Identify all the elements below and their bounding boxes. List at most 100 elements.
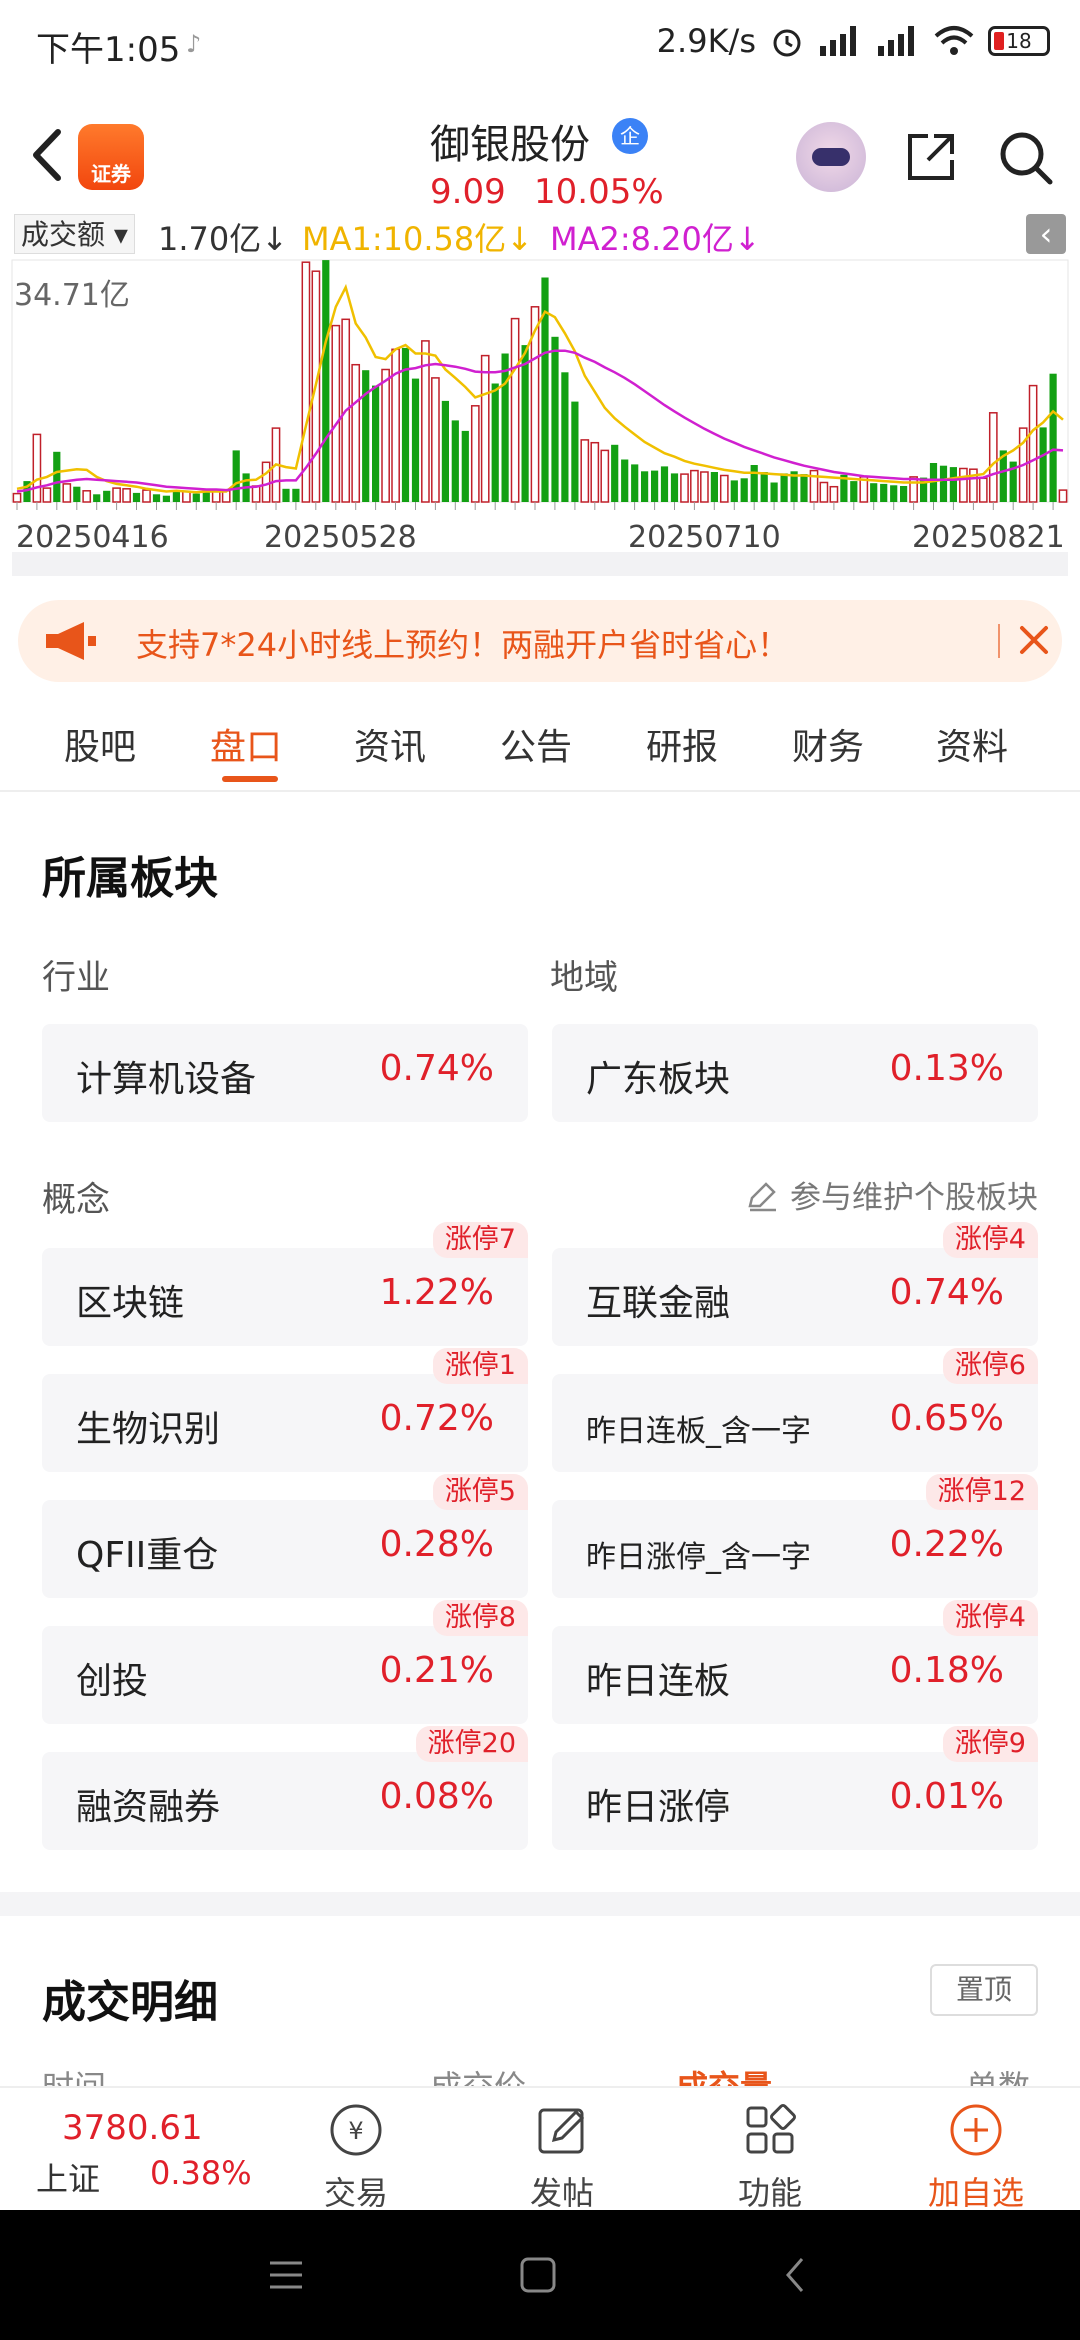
volume-bar [1028, 384, 1038, 503]
industry-card[interactable]: 计算机设备 0.74% [42, 1024, 528, 1122]
volume-bar [909, 476, 918, 503]
concept-pct: 0.08% [379, 1776, 494, 1817]
volume-bar [710, 472, 718, 502]
tab-news[interactable]: 资讯 [354, 718, 426, 770]
volume-bar [819, 481, 829, 503]
concept-name: 互联金融 [586, 1283, 731, 1324]
signal-icon-2 [878, 26, 914, 56]
concept-pct: 0.74% [889, 1272, 1004, 1313]
collapse-icon[interactable]: ‹ [1026, 214, 1066, 254]
volume-bar [600, 449, 610, 503]
limit-up-tag: 涨停4 [942, 1222, 1038, 1258]
chart-scroll-track [12, 552, 1068, 576]
volume-bar [261, 461, 271, 503]
volume-bar [381, 368, 390, 503]
tab-announcements[interactable]: 公告 [500, 718, 572, 770]
indicator-select[interactable]: 成交额 ▾ [14, 214, 135, 254]
concept-card[interactable]: 涨停7 区块链 1.22% [42, 1222, 528, 1346]
maintain-sectors-link[interactable]: 参与维护个股板块 [746, 1172, 1038, 1217]
volume-bar [690, 469, 699, 503]
volume-bar [441, 400, 449, 502]
concept-card[interactable]: 涨停20 融资融券 0.08% [42, 1726, 528, 1850]
concept-card[interactable]: 涨停8 创投 0.21% [42, 1600, 528, 1724]
volume-bar [510, 317, 520, 503]
concept-name: QFII重仓 [76, 1535, 219, 1576]
volume-bar [152, 494, 161, 502]
status-bar: 下午1:05 ♪ 2.9K/s 18 [0, 0, 1080, 100]
volume-chart[interactable]: 34.71亿 20250416 20250528 20250710 202508… [0, 256, 1080, 580]
stock-change-pct: 10.05% [534, 172, 664, 212]
tab-research[interactable]: 研报 [646, 718, 718, 770]
volume-bar [959, 467, 968, 503]
volume-bar [988, 412, 998, 503]
menu-icon[interactable] [266, 2258, 306, 2292]
grid-icon [746, 2104, 796, 2154]
tab-finance[interactable]: 财务 [792, 718, 864, 770]
col-count: 单数 [966, 2062, 1030, 2086]
limit-up-tag: 涨停7 [432, 1222, 528, 1258]
volume-bar [42, 487, 52, 503]
volume-bar [850, 481, 858, 502]
tab-profile[interactable]: 资料 [936, 718, 1008, 770]
section-title: 成交明细 [42, 1977, 218, 2028]
index-pct: 0.38% [150, 2154, 252, 2192]
volume-bar [611, 444, 619, 502]
volume-bar [571, 401, 579, 502]
add-watchlist-button[interactable]: 加自选 [906, 2094, 1046, 2212]
functions-button[interactable]: 功能 [700, 2094, 840, 2212]
concept-card[interactable]: 涨停4 互联金融 0.74% [552, 1222, 1038, 1346]
volume-bar [122, 488, 131, 503]
tab-guba[interactable]: 股吧 [64, 718, 136, 770]
battery-level: 18 [1006, 29, 1032, 53]
volume-bar [949, 467, 957, 502]
concept-name: 昨日连板 [586, 1661, 731, 1702]
volume-bar [53, 451, 61, 502]
back-icon[interactable] [20, 120, 80, 190]
concept-card[interactable]: 涨停6 昨日连板_含一字 0.65% [552, 1348, 1038, 1472]
index-name: 上证 [36, 2160, 101, 2198]
app-logo[interactable]: 证券 [78, 124, 144, 190]
concept-pct: 0.22% [889, 1524, 1004, 1565]
promo-divider [998, 624, 1000, 658]
limit-up-tag: 涨停8 [432, 1600, 528, 1636]
tab-pankou[interactable]: 盘口 [210, 718, 282, 770]
limit-up-tag: 涨停9 [942, 1726, 1038, 1762]
concept-card[interactable]: 涨停5 QFII重仓 0.28% [42, 1474, 528, 1598]
sector-section: 所属板块 行业 地域 计算机设备 0.74% 广东板块 0.13% 概念 参与维… [0, 792, 1080, 1892]
volume-bar [551, 336, 559, 502]
volume-bar [890, 485, 898, 502]
close-icon[interactable] [1012, 618, 1056, 662]
volume-bar [411, 378, 420, 502]
region-label: 地域 [550, 958, 618, 998]
volume-bar [521, 345, 529, 502]
concept-pct: 0.72% [379, 1398, 494, 1439]
back-nav-icon[interactable] [780, 2255, 810, 2295]
col-volume-sort[interactable]: 成交量 ⌄ [676, 2062, 810, 2086]
home-icon[interactable] [518, 2255, 558, 2295]
index-ticker[interactable]: 3780.61 上证 0.38% [0, 2088, 270, 2212]
trade-button[interactable]: ¥ 交易 [286, 2094, 426, 2212]
search-icon[interactable] [996, 128, 1056, 188]
concept-card[interactable]: 涨停12 昨日涨停_含一字 0.22% [552, 1474, 1038, 1598]
promo-banner[interactable]: 支持7*24小时线上预约！两融开户省时省心！ [18, 600, 1062, 682]
post-button[interactable]: 发帖 [492, 2094, 632, 2212]
concept-card[interactable]: 涨停9 昨日涨停 0.01% [552, 1726, 1038, 1850]
volume-bar [62, 483, 72, 503]
section-title: 所属板块 [42, 853, 218, 904]
sector-pct: 0.74% [379, 1048, 494, 1089]
volume-bar [870, 483, 878, 502]
volume-bar [32, 433, 42, 503]
concept-pct: 0.01% [889, 1776, 1004, 1817]
region-card[interactable]: 广东板块 0.13% [552, 1024, 1038, 1122]
share-icon[interactable] [904, 130, 958, 184]
ai-assistant-icon[interactable] [796, 122, 866, 192]
volume-bar [621, 459, 629, 502]
col-time: 时间 [42, 2062, 106, 2086]
volume-bar [470, 405, 480, 503]
concept-card[interactable]: 涨停1 生物识别 0.72% [42, 1348, 528, 1472]
volume-bar [501, 353, 509, 502]
concept-name: 昨日涨停 [586, 1787, 731, 1828]
concept-card[interactable]: 涨停4 昨日连板 0.18% [552, 1600, 1038, 1724]
pin-top-button[interactable]: 置顶 [930, 1964, 1038, 2016]
chart-max-label: 34.71亿 [14, 278, 130, 313]
